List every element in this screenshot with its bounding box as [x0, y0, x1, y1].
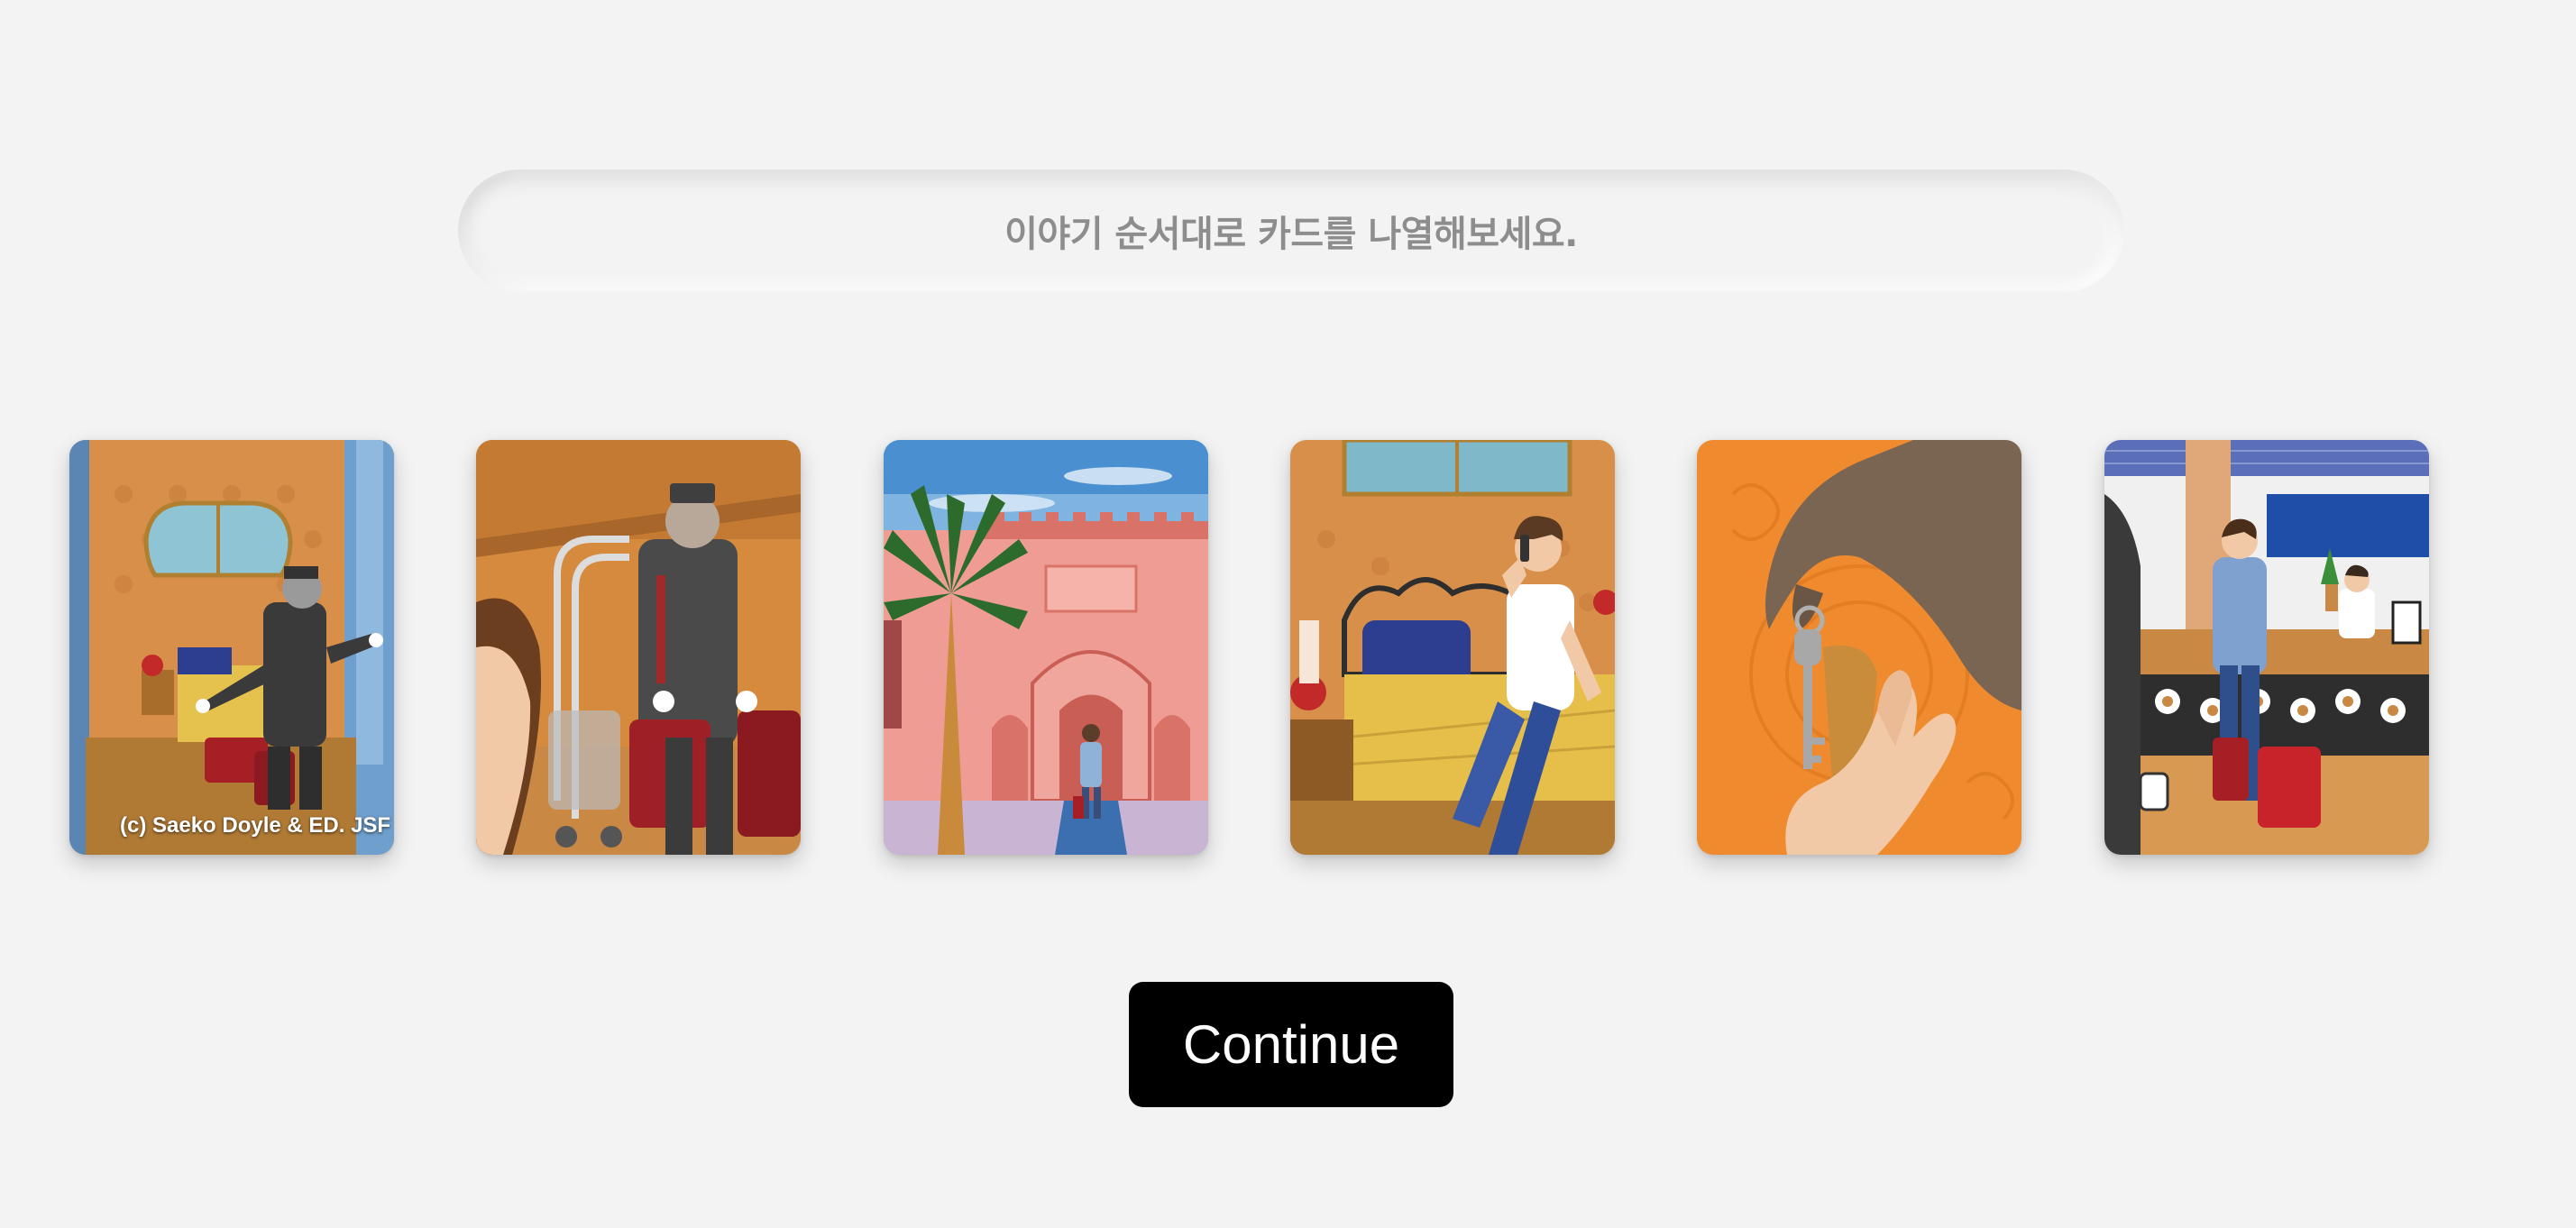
card-credit-text: (c) Saeko Doyle & ED. JSF [120, 813, 391, 838]
story-card-front-desk-check-in[interactable] [2104, 440, 2429, 855]
instruction-text: 이야기 순서대로 카드를 나열해보세요. [1004, 214, 1578, 255]
story-card-guest-on-phone[interactable] [1290, 440, 1615, 855]
story-card-illustration [69, 440, 394, 855]
continue-button[interactable]: Continue [1129, 982, 1453, 1107]
story-card-handing-over-key[interactable] [1697, 440, 2021, 855]
story-card-illustration [2104, 440, 2429, 855]
story-card-illustration [884, 440, 1208, 855]
story-card-bellboy-opening-room[interactable]: (c) Saeko Doyle & ED. JSF [69, 440, 394, 855]
instruction-banner: 이야기 순서대로 카드를 나열해보세요. [458, 170, 2124, 292]
story-card-illustration [476, 440, 801, 855]
story-card-row: (c) Saeko Doyle & ED. JSF [69, 440, 2429, 855]
story-card-illustration [1697, 440, 2021, 855]
story-card-hotel-entrance[interactable] [884, 440, 1208, 855]
story-card-bellboy-carrying-luggage[interactable] [476, 440, 801, 855]
story-card-illustration [1290, 440, 1615, 855]
